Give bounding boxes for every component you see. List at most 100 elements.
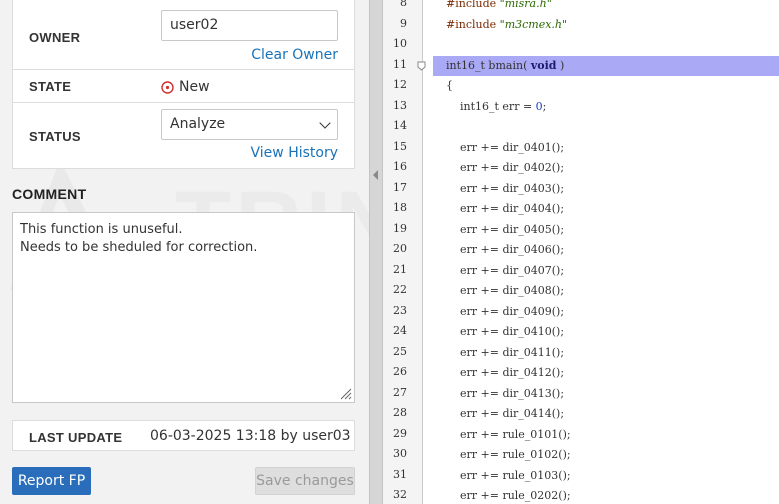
code-line: 10	[383, 35, 779, 55]
code-text: #include "m3cmex.h"	[446, 17, 568, 31]
code-line: 29 err += rule_0101();	[383, 425, 779, 445]
code-line: 32 err += rule_0202();	[383, 486, 779, 504]
code-line: 21 err += dir_0407();	[383, 261, 779, 281]
code-text: err += dir_0414();	[446, 407, 565, 420]
save-changes-button[interactable]: Save changes	[255, 467, 355, 495]
line-number: 16	[393, 160, 407, 173]
code-line: 9 #include "m3cmex.h"	[383, 15, 779, 35]
code-line: 26 err += dir_0412();	[383, 363, 779, 383]
resize-grip-icon[interactable]	[338, 386, 352, 400]
line-number: 17	[393, 180, 407, 194]
code-text: err += dir_0404();	[446, 202, 565, 215]
code-line: 13 int16_t err = 0;	[383, 97, 779, 117]
line-number: 15	[393, 139, 407, 153]
code-line: 17 err += dir_0403();	[383, 179, 779, 199]
code-line: 16 err += dir_0402();	[383, 158, 779, 178]
line-number: 10	[393, 37, 407, 50]
code-line: 18 err += dir_0404();	[383, 199, 779, 219]
line-number: 8	[400, 0, 407, 9]
line-number: 29	[393, 426, 407, 440]
report-fp-button[interactable]: Report FP	[12, 467, 91, 495]
code-text: err += dir_0411();	[446, 345, 565, 359]
line-number: 11	[393, 57, 407, 71]
code-text: err += rule_0102();	[446, 448, 571, 461]
code-line: 30 err += rule_0102();	[383, 445, 779, 465]
line-number: 22	[393, 283, 407, 296]
line-number: 13	[393, 98, 407, 112]
code-text: err += dir_0409();	[446, 304, 565, 318]
code-text: err += dir_0407();	[446, 263, 565, 277]
comment-label: COMMENT	[12, 186, 87, 202]
chevron-down-icon	[319, 117, 331, 129]
code-line: 19 err += dir_0405();	[383, 220, 779, 240]
code-text: err += dir_0413();	[446, 386, 565, 400]
code-text: err += rule_0101();	[446, 427, 571, 441]
state-text: New	[179, 79, 210, 95]
code-line: 8 #include "misra.h"	[383, 0, 779, 14]
view-history-link[interactable]: View History	[251, 145, 338, 161]
code-text: err += dir_0410();	[446, 325, 565, 338]
code-text: err += dir_0408();	[446, 284, 565, 297]
state-value: New	[161, 79, 210, 95]
owner-input[interactable]: user02	[161, 10, 338, 41]
last-update-value: 06-03-2025 13:18 by user03	[150, 428, 351, 444]
last-update-label: LAST UPDATE	[29, 430, 123, 445]
code-text: int16_t bmain( void )	[433, 55, 779, 76]
code-line: 22 err += dir_0408();	[383, 281, 779, 301]
code-text: err += dir_0402();	[446, 161, 565, 174]
code-line: 12 {	[383, 76, 779, 96]
code-text: {	[446, 79, 453, 92]
comment-line: This function is unuseful.	[20, 222, 183, 237]
state-label: STATE	[29, 79, 72, 94]
code-line: 25 err += dir_0411();	[383, 343, 779, 363]
code-line: 11 int16_t bmain( void )	[383, 55, 779, 76]
bookmark-icon[interactable]	[417, 61, 426, 71]
line-number: 18	[393, 201, 407, 214]
code-text: #include "misra.h"	[446, 0, 552, 10]
code-line: 28 err += dir_0414();	[383, 404, 779, 424]
line-number: 28	[393, 406, 407, 419]
line-number: 31	[393, 467, 407, 481]
panel-splitter[interactable]	[369, 0, 383, 504]
line-number: 27	[393, 385, 407, 399]
line-number: 21	[393, 262, 407, 276]
owner-label: OWNER	[29, 30, 81, 45]
status-row: STATUS Analyze View History	[13, 103, 354, 169]
line-number: 23	[393, 303, 407, 317]
last-update-row: LAST UPDATE 06-03-2025 13:18 by user03	[12, 420, 355, 451]
line-number: 32	[393, 488, 407, 501]
line-number: 26	[393, 365, 407, 378]
line-number: 12	[393, 78, 407, 91]
line-number: 20	[393, 242, 407, 255]
defect-details-panel: TRINITY OWNER user02 Clear Owner STATE N…	[0, 0, 369, 504]
source-code-viewer: 8 #include "misra.h" 9 #include "m3cmex.h" 1…	[383, 0, 779, 504]
line-number: 30	[393, 447, 407, 460]
owner-row: OWNER user02 Clear Owner	[13, 0, 354, 70]
status-select[interactable]: Analyze	[161, 109, 338, 140]
status-selected-value: Analyze	[170, 116, 226, 132]
code-text: err += dir_0406();	[446, 243, 565, 256]
code-text: err += rule_0103();	[446, 468, 571, 482]
line-number: 9	[400, 16, 407, 30]
code-line: 31 err += rule_0103();	[383, 466, 779, 486]
code-text: err += dir_0412();	[446, 366, 565, 379]
code-text: err += dir_0403();	[446, 181, 565, 195]
code-line: 15 err += dir_0401();	[383, 138, 779, 158]
comment-textarea[interactable]: This function is unuseful. Needs to be s…	[12, 212, 355, 403]
line-number: 25	[393, 344, 407, 358]
code-line: 27 err += dir_0413();	[383, 384, 779, 404]
collapse-arrow-icon[interactable]	[373, 170, 378, 180]
code-line: 24 err += dir_0410();	[383, 322, 779, 342]
code-text: err += dir_0401();	[446, 140, 565, 154]
status-label: STATUS	[29, 129, 81, 144]
circle-dot-icon	[161, 80, 174, 94]
clear-owner-link[interactable]: Clear Owner	[251, 47, 338, 63]
code-text: int16_t err = 0;	[446, 99, 547, 113]
code-text: err += rule_0202();	[446, 489, 571, 502]
state-row: STATE New	[13, 70, 354, 103]
line-number: 19	[393, 221, 407, 235]
code-text: err += dir_0405();	[446, 222, 565, 236]
comment-line: Needs to be sheduled for correction.	[20, 240, 258, 255]
